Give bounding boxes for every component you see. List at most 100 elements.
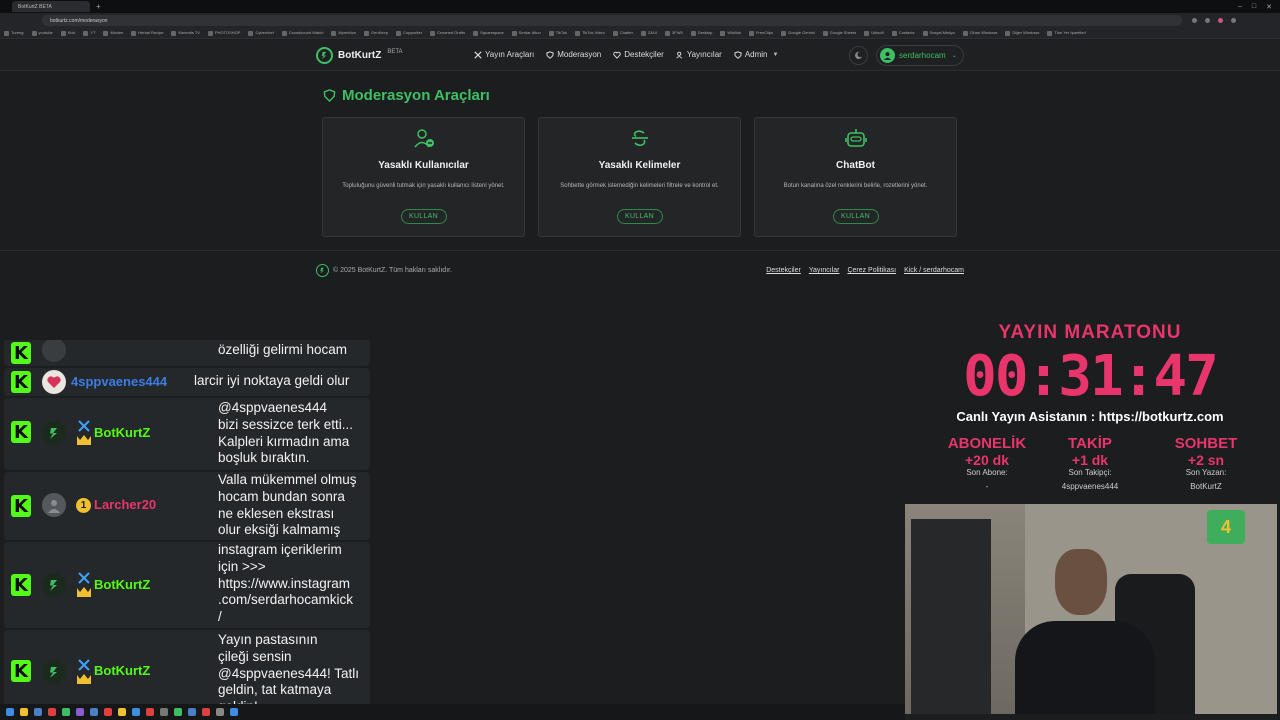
bookmark-item[interactable]: Wikilink xyxy=(720,30,741,35)
bookmark-item[interactable]: Kick xyxy=(61,30,76,35)
bookmark-item[interactable]: TikTok xyxy=(549,30,567,35)
nav-supporters[interactable]: Destekçiler xyxy=(613,50,664,59)
bookmark-item[interactable]: Copywriter xyxy=(396,30,422,35)
beta-badge: BETA xyxy=(387,48,403,55)
chat-username[interactable]: BotKurtZ xyxy=(94,663,150,678)
footer-divider xyxy=(0,250,1280,251)
bookmark-item[interactable]: Cihan Windows xyxy=(963,30,998,35)
stat-subscription: ABONELİK +20 dk Son Abone: - xyxy=(932,435,1042,491)
browser-tabbar: BotKurtZ BETA + – □ ✕ xyxy=(0,0,1280,13)
maximize-icon[interactable]: □ xyxy=(1252,3,1256,11)
bookmark-item[interactable]: YT xyxy=(83,30,95,35)
use-button[interactable]: KULLAN xyxy=(616,209,663,224)
bookmark-item[interactable]: Movies xyxy=(103,30,123,35)
bookmark-item[interactable]: FreeClips xyxy=(749,30,773,35)
bookmark-item[interactable]: Google Gemini xyxy=(781,30,815,35)
nav-moderation[interactable]: Moderasyon xyxy=(546,50,601,59)
card-title: Yasaklı Kullanıcılar xyxy=(378,160,469,171)
chat-line: @4sppvaenes444 xyxy=(218,400,328,415)
taskbar-app-icon[interactable] xyxy=(118,708,126,716)
close-icon[interactable]: ✕ xyxy=(1266,3,1272,11)
browser-tab[interactable]: BotKurtZ BETA xyxy=(12,1,90,12)
bookmark-item[interactable]: PHOTOSHOP xyxy=(208,30,241,35)
taskbar-app-icon[interactable] xyxy=(34,708,42,716)
bookmark-item[interactable]: 3FW5 xyxy=(665,30,683,35)
zoom-icon[interactable] xyxy=(1192,18,1197,23)
moderator-sword-icon xyxy=(77,659,91,684)
taskbar-app-icon[interactable] xyxy=(90,708,98,716)
star-icon[interactable] xyxy=(1205,18,1210,23)
theme-toggle-button[interactable] xyxy=(849,46,868,65)
taskbar-app-icon[interactable] xyxy=(146,708,154,716)
address-input[interactable]: botkurtz.com/moderasyon xyxy=(42,15,1182,26)
bookmark-item[interactable]: Squarespace xyxy=(473,30,504,35)
bookmark-item[interactable]: youtube xyxy=(32,30,53,35)
bookmark-item[interactable]: Crowned Grafts xyxy=(430,30,465,35)
bookmark-item[interactable]: Chatter xyxy=(613,30,633,35)
brand-logo[interactable]: BotKurtZ BETA xyxy=(316,47,403,64)
bookmark-item[interactable]: Sosyal Medya xyxy=(923,30,955,35)
taskbar-app-icon[interactable] xyxy=(230,708,238,716)
taskbar-app-icon[interactable] xyxy=(62,708,70,716)
card-banned-words: Yasaklı Kelimeler Sohbette görmek isteme… xyxy=(538,117,741,237)
chat-line: boşluk bıraktın. xyxy=(218,450,310,466)
taskbar-app-icon[interactable] xyxy=(76,708,84,716)
robot-icon xyxy=(844,129,867,147)
taskbar-app-icon[interactable] xyxy=(6,708,14,716)
taskbar-app-icon[interactable] xyxy=(132,708,140,716)
stat-label: ABONELİK xyxy=(947,435,1027,452)
bookmark-item[interactable]: Crowdsound Watch xyxy=(282,30,324,35)
bookmark-item[interactable]: Myrmidon xyxy=(331,30,356,35)
bookmark-item[interactable]: Tüm Yer İşaretleri xyxy=(1047,30,1085,35)
footer-link-kick[interactable]: Kick / serdarhocam xyxy=(904,267,964,274)
avatar xyxy=(42,573,66,597)
stat-label: TAKİP xyxy=(1068,435,1112,452)
user-menu-button[interactable]: serdarhocam ⌄ xyxy=(876,45,964,66)
taskbar-app-icon[interactable] xyxy=(188,708,196,716)
bookmark-item[interactable]: Herbal Recipe xyxy=(131,30,163,35)
bookmark-item[interactable]: Kimentis TV xyxy=(171,30,200,35)
bookmark-item[interactable]: Desktop xyxy=(691,30,713,35)
profile-icon[interactable] xyxy=(1231,18,1236,23)
taskbar-app-icon[interactable] xyxy=(216,708,224,716)
chat-username[interactable]: Larcher20 xyxy=(94,497,156,512)
taskbar-app-icon[interactable] xyxy=(104,708,112,716)
bookmark-item[interactable]: Tureng xyxy=(4,30,24,35)
nav-stream-tools[interactable]: Yayın Araçları xyxy=(474,50,534,59)
card-title: Yasaklı Kelimeler xyxy=(598,160,681,171)
chat-username[interactable]: 4sppvaenes444 xyxy=(71,374,167,389)
bookmark-item[interactable]: Ubisoft xyxy=(864,30,883,35)
footer-link-supporters[interactable]: Destekçiler xyxy=(766,267,801,274)
use-button[interactable]: KULLAN xyxy=(832,209,879,224)
extension-icon[interactable] xyxy=(1218,18,1223,23)
bookmark-item[interactable]: Google Sheets xyxy=(823,30,856,35)
use-button[interactable]: KULLAN xyxy=(400,209,447,224)
card-description: Sohbette görmek istemediğin kelimeleri f… xyxy=(560,183,719,189)
bookmark-item[interactable]: Cyberchef xyxy=(248,30,273,35)
new-tab-icon[interactable]: + xyxy=(96,2,101,11)
avatar xyxy=(880,48,895,63)
bookmark-item[interactable]: GenKeep xyxy=(364,30,388,35)
avatar xyxy=(42,370,66,394)
footer-links: Destekçiler Yayıncılar Çerez Politikası … xyxy=(766,267,964,274)
chat-line: hocam bundan sonra xyxy=(218,488,345,504)
nav-broadcasters[interactable]: Yayıncılar xyxy=(676,50,722,59)
minimize-icon[interactable]: – xyxy=(1238,3,1242,11)
footer-link-cookies[interactable]: Çerez Politikası xyxy=(847,267,896,274)
nav-admin[interactable]: Admin ▼ xyxy=(734,50,778,59)
bookmark-item[interactable]: TikTok Video xyxy=(575,30,605,35)
bookmark-item[interactable]: Z&UI xyxy=(641,30,657,35)
footer-link-broadcasters[interactable]: Yayıncılar xyxy=(809,267,840,274)
taskbar-app-icon[interactable] xyxy=(160,708,168,716)
taskbar-app-icon[interactable] xyxy=(174,708,182,716)
chat-username[interactable]: BotKurtZ xyxy=(94,425,150,440)
bookmark-item[interactable]: Contacts xyxy=(892,30,915,35)
taskbar-app-icon[interactable] xyxy=(202,708,210,716)
chat-line: instagram içeriklerim xyxy=(218,542,342,557)
heart-icon xyxy=(613,51,621,59)
taskbar-app-icon[interactable] xyxy=(20,708,28,716)
bookmark-item[interactable]: Serdar Altun xyxy=(512,30,541,35)
taskbar-app-icon[interactable] xyxy=(48,708,56,716)
chat-username[interactable]: BotKurtZ xyxy=(94,577,150,592)
bookmark-item[interactable]: Diğer Windows xyxy=(1005,30,1039,35)
